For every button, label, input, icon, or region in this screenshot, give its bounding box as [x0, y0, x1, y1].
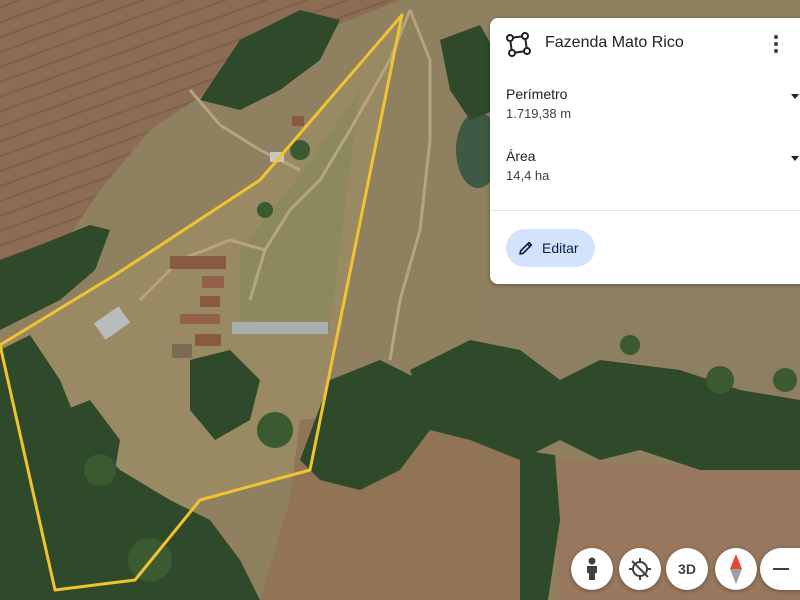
three-d-label: 3D: [678, 561, 696, 577]
pencil-icon: [519, 241, 533, 255]
area-row[interactable]: Área 14,4 ha: [490, 148, 800, 196]
compass-icon: [730, 554, 742, 584]
perimeter-label: Perímetro: [506, 86, 568, 102]
edit-button[interactable]: Editar: [506, 229, 595, 267]
panel-header: Fazenda Mato Rico: [490, 18, 800, 70]
street-view-button[interactable]: [571, 548, 613, 590]
caret-down-icon[interactable]: [791, 94, 799, 99]
area-label: Área: [506, 148, 536, 164]
more-vertical-icon: [774, 35, 778, 39]
caret-down-icon[interactable]: [791, 156, 799, 161]
location-off-icon: [629, 558, 651, 580]
measurement-panel: Fazenda Mato Rico Perímetro 1.719,38 m Á…: [490, 18, 800, 284]
more-options-button[interactable]: [765, 32, 787, 56]
perimeter-row[interactable]: Perímetro 1.719,38 m: [490, 86, 800, 134]
zoom-out-button[interactable]: [760, 548, 800, 590]
compass-button[interactable]: [715, 548, 757, 590]
minus-icon: [773, 568, 789, 570]
panel-divider: [490, 210, 800, 211]
three-d-button[interactable]: 3D: [666, 548, 708, 590]
area-value: 14,4 ha: [506, 168, 550, 183]
perimeter-value: 1.719,38 m: [506, 106, 572, 121]
recenter-button[interactable]: [619, 548, 661, 590]
panel-title: Fazenda Mato Rico: [545, 34, 684, 51]
polygon-measure-icon: [506, 32, 531, 57]
edit-label: Editar: [542, 240, 579, 256]
pegman-icon: [587, 557, 597, 580]
